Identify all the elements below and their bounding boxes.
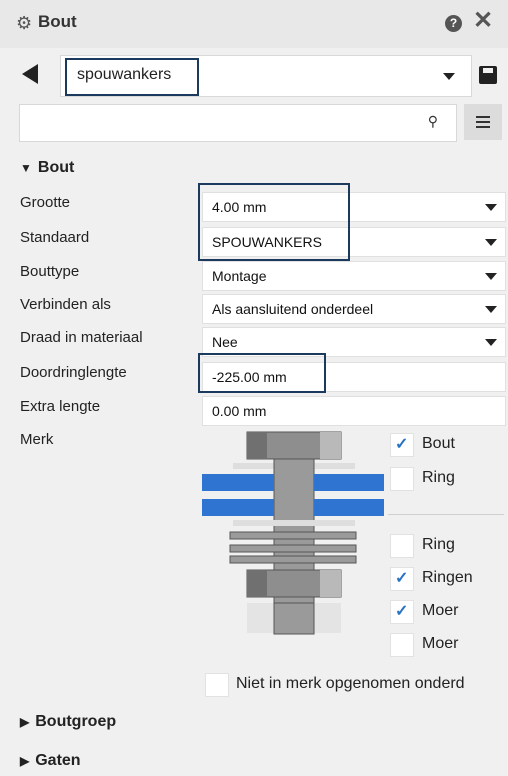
preset-highlight bbox=[65, 58, 199, 96]
label-grootte: Grootte bbox=[20, 194, 71, 211]
chevron-down-icon bbox=[443, 73, 455, 80]
section-bout-label: Bout bbox=[37, 159, 75, 176]
checkbox-ring-bottom[interactable] bbox=[390, 534, 414, 558]
gear-icon: ⚙ bbox=[16, 13, 33, 33]
section-gaten-label: Gaten bbox=[35, 752, 81, 769]
label-extra-lengte: Extra lengte bbox=[20, 398, 101, 415]
checkbox-moer-label: Moer bbox=[422, 602, 459, 619]
field-bouttype-value: Montage bbox=[212, 268, 267, 284]
section-boutgroep-label: Boutgroep bbox=[35, 713, 117, 730]
back-arrow-icon[interactable] bbox=[22, 64, 38, 84]
checkbox-ringen-label: Ringen bbox=[422, 569, 473, 586]
menu-line bbox=[476, 126, 490, 128]
field-verbinden-als[interactable]: Als aansluitend onderdeel bbox=[202, 294, 506, 324]
preset-select[interactable]: spouwankers bbox=[60, 55, 472, 97]
highlight-box-doordringlengte bbox=[198, 353, 326, 393]
chevron-down-icon bbox=[485, 273, 497, 280]
label-draad-in-materiaal: Draad in materiaal bbox=[20, 329, 143, 346]
label-doordringlengte: Doordringlengte bbox=[20, 364, 127, 381]
expand-triangle-icon: ▶ bbox=[20, 754, 30, 768]
checkbox-ringen[interactable]: ✓ bbox=[390, 567, 414, 591]
label-merk: Merk bbox=[20, 431, 54, 448]
checkbox-ring-bottom-label: Ring bbox=[422, 536, 455, 553]
close-icon[interactable]: ✕ bbox=[473, 9, 493, 33]
field-draad-in-materiaal-value: Nee bbox=[212, 334, 238, 350]
field-verbinden-als-value: Als aansluitend onderdeel bbox=[212, 301, 374, 317]
field-extra-lengte[interactable]: 0.00 mm bbox=[202, 396, 506, 426]
checkmark-icon: ✓ bbox=[395, 603, 409, 620]
checkbox-not-in-mark[interactable] bbox=[205, 673, 229, 697]
chevron-down-icon bbox=[485, 204, 497, 211]
checkbox-moer-second[interactable] bbox=[390, 633, 414, 657]
section-gaten-header[interactable]: ▶ Gaten bbox=[20, 752, 81, 770]
expand-triangle-icon: ▶ bbox=[20, 715, 30, 729]
checkbox-ring-top-label: Ring bbox=[422, 469, 455, 486]
divider bbox=[388, 514, 504, 515]
label-bouttype: Bouttype bbox=[20, 263, 80, 280]
search-icon[interactable]: ⚲ bbox=[428, 113, 438, 130]
checkmark-icon: ✓ bbox=[395, 570, 409, 587]
panel-title: Bout bbox=[38, 12, 77, 31]
checkbox-bout-label: Bout bbox=[422, 435, 455, 452]
chevron-down-icon bbox=[485, 339, 497, 346]
checkbox-bout[interactable]: ✓ bbox=[390, 433, 414, 457]
label-standaard: Standaard bbox=[20, 229, 90, 246]
title-bar: ⚙ Bout ? ✕ bbox=[0, 0, 508, 48]
menu-line bbox=[476, 116, 490, 118]
expand-triangle-icon: ▼ bbox=[20, 161, 32, 175]
checkbox-ring-top[interactable] bbox=[390, 467, 414, 491]
label-verbinden-als: Verbinden als bbox=[20, 296, 111, 313]
section-bout-header[interactable]: ▼ Bout bbox=[20, 159, 74, 177]
bolt-assembly-illustration bbox=[202, 431, 384, 635]
search-box[interactable]: ⚲ bbox=[19, 104, 457, 142]
menu-line bbox=[476, 121, 490, 123]
chevron-down-icon bbox=[485, 239, 497, 246]
checkmark-icon: ✓ bbox=[395, 436, 409, 453]
help-icon[interactable]: ? bbox=[445, 15, 462, 32]
field-extra-lengte-value: 0.00 mm bbox=[212, 403, 267, 419]
search-input[interactable] bbox=[26, 111, 410, 135]
chevron-down-icon bbox=[485, 306, 497, 313]
field-bouttype[interactable]: Montage bbox=[202, 261, 506, 291]
menu-button[interactable] bbox=[464, 104, 502, 140]
checkbox-moer[interactable]: ✓ bbox=[390, 600, 414, 624]
section-boutgroep-header[interactable]: ▶ Boutgroep bbox=[20, 713, 116, 731]
highlight-box-size-standard bbox=[198, 183, 350, 261]
checkbox-moer-second-label: Moer bbox=[422, 635, 459, 652]
save-icon[interactable] bbox=[479, 66, 497, 84]
checkbox-not-in-mark-label: Niet in merk opgenomen onderd bbox=[236, 675, 465, 692]
